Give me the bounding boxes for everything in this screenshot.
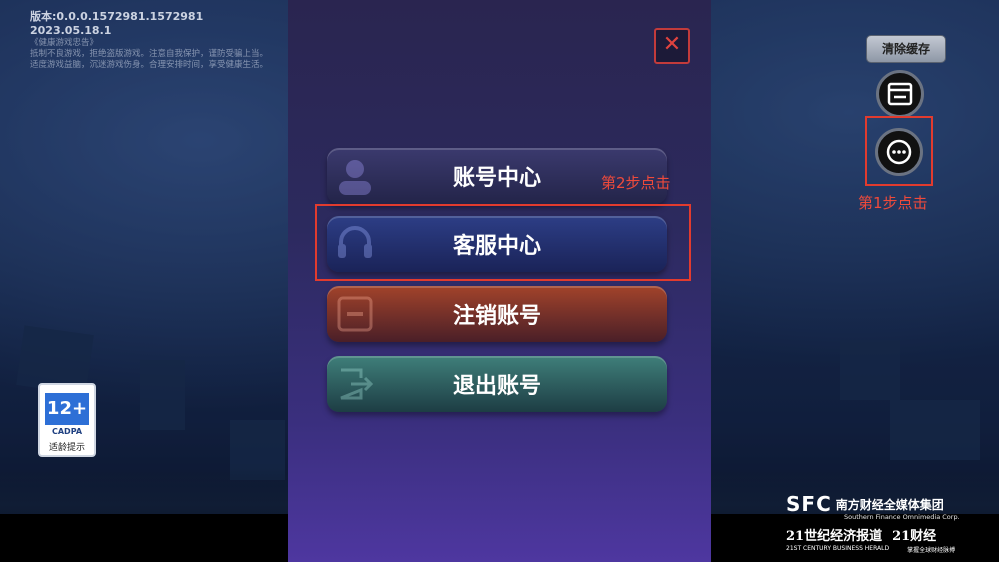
age-rating-tip: 适龄提示 — [48, 443, 85, 453]
clear-cache-button[interactable]: 清除缓存 — [866, 35, 946, 63]
sfc-en-name: Southern Finance Omnimedia Corp. — [844, 513, 960, 521]
close-icon: ✕ — [662, 32, 682, 57]
herald-en: 21ST CENTURY BUSINESS HERALD — [786, 545, 890, 552]
logout-label: 退出账号 — [452, 374, 541, 399]
sfc-watermark: SFC 南方财经全媒体集团 Southern Finance Omnimedia… — [786, 492, 996, 554]
step1-annotation: 第1步点击 — [858, 194, 928, 212]
notice-button[interactable] — [876, 70, 924, 118]
age-rating-org: CADPA — [51, 427, 83, 436]
finance-cn: 21财经 — [892, 529, 937, 544]
delete-account-icon — [337, 296, 373, 332]
notice-icon — [887, 82, 913, 106]
finance-sub: 掌握全球财经脉搏 — [907, 547, 956, 554]
step2-annotation: 第2步点击 — [601, 174, 671, 192]
health-notice-line1: 抵制不良游戏，拒绝盗版游戏。注意自我保护，谨防受骗上当。 — [30, 49, 269, 59]
sfc-cn-name: 南方财经全媒体集团 — [835, 497, 944, 512]
delete-account-button[interactable]: 注销账号 — [327, 286, 667, 342]
health-notice-title: 《健康游戏忠告》 — [30, 38, 99, 48]
close-button[interactable]: ✕ — [654, 28, 690, 64]
age-rating-badge: 12+ CADPA 适龄提示 — [38, 383, 96, 457]
logout-button[interactable]: 退出账号 — [327, 356, 667, 412]
version-info: 版本:0.0.0.1572981.1572981 2023.05.18.1 《健… — [30, 10, 285, 71]
health-notice-line2: 适度游戏益脑，沉迷游戏伤身。合理安排时间，享受健康生活。 — [30, 60, 269, 70]
account-menu-panel — [288, 0, 711, 562]
user-icon — [339, 160, 371, 195]
step1-highlight-box — [865, 116, 933, 186]
sfc-logo: SFC — [786, 492, 832, 516]
account-center-label: 账号中心 — [452, 166, 541, 191]
step2-highlight-box — [315, 204, 691, 281]
delete-account-label: 注销账号 — [452, 304, 541, 329]
logout-icon — [340, 368, 374, 400]
version-text: 版本:0.0.0.1572981.1572981 2023.05.18.1 — [30, 10, 204, 37]
age-rating-value: 12+ — [45, 393, 89, 425]
herald-cn: 21世纪经济报道 — [786, 529, 883, 544]
